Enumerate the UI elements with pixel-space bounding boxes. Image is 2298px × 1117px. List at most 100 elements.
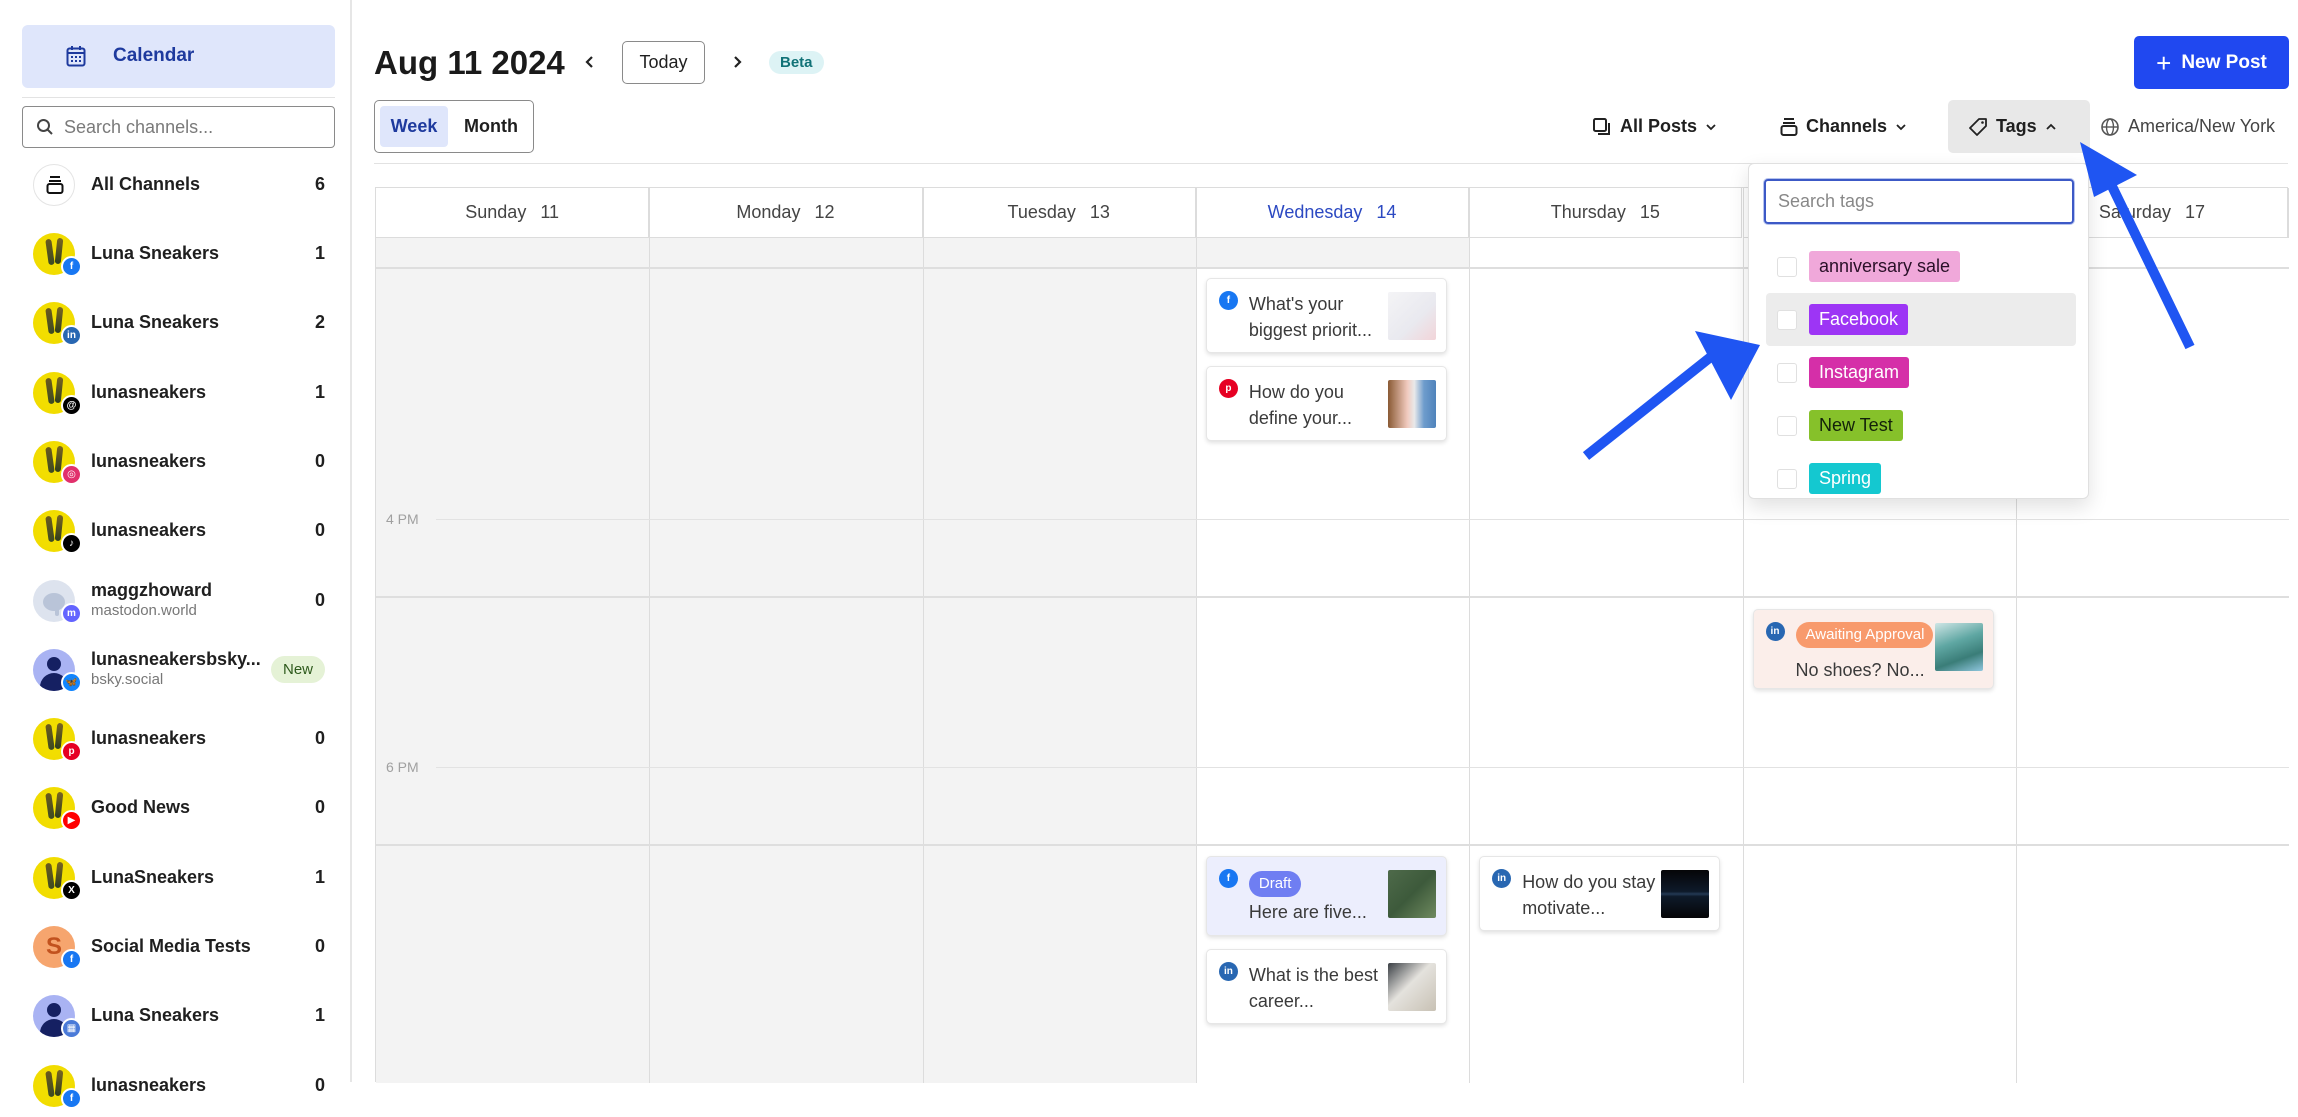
tag-option[interactable]: Facebook [1766,293,2076,346]
channel-name: lunasneakers [91,1074,207,1095]
channel-item[interactable]: ▶ Good News 0 [22,777,335,839]
chevron-down-icon [1706,123,1716,130]
search-tags-field[interactable] [1764,179,2074,224]
row-divider [376,596,2289,598]
channel-item[interactable]: f Luna Sneakers 1 [22,223,335,285]
channel-item[interactable]: ▦ Luna Sneakers 1 [22,985,335,1047]
timezone-selector[interactable]: America/New York [2100,100,2275,153]
post-text: Here are five... [1248,902,1367,922]
post-card[interactable]: f Draft Here are five... [1205,856,1447,936]
day-date: 13 [1089,202,1110,222]
tag-checkbox[interactable] [1777,469,1797,489]
tag-checkbox[interactable] [1777,416,1797,436]
channel-item[interactable]: m maggzhoward mastodon.world 0 [22,570,335,632]
search-tags-input[interactable] [1778,191,2058,212]
tag-option[interactable]: anniversary sale [1766,240,2076,293]
day-column[interactable] [922,238,1196,1083]
new-post-label: New Post [2181,51,2267,73]
day-column[interactable] [649,238,923,1083]
linkedin-icon: in [61,325,82,347]
linkedin-icon: in [1765,622,1785,641]
channel-count: 0 [314,1074,325,1095]
pinterest-icon: p [1218,379,1238,398]
channel-name: Good News [91,797,191,818]
channels-filter[interactable]: Channels [1780,100,1907,153]
all-posts-filter[interactable]: All Posts [1592,100,1717,153]
page-title: Aug 11 2024 [374,44,565,81]
channel-count: 0 [314,936,325,956]
all-posts-label: All Posts [1620,116,1698,136]
channel-item[interactable]: ◎ lunasneakers 0 [22,431,335,493]
next-week-button[interactable] [725,50,749,74]
channel-count: 1 [314,243,325,263]
divider [22,97,335,98]
channel-item[interactable]: X LunaSneakers 1 [22,847,335,909]
tag-option[interactable]: New Test [1766,399,2076,452]
day-column[interactable] [1469,238,1743,1083]
sidebar-item-label: Calendar [113,45,195,66]
channel-count: 1 [314,866,325,887]
post-card[interactable]: p How do you define your... [1205,366,1447,441]
channel-name: All Channels [91,174,201,194]
post-thumbnail [1934,623,1983,671]
day-header: Thursday 15 [1469,188,1743,238]
tags-filter[interactable]: Tags [1948,100,2090,153]
search-channels-input[interactable] [64,116,314,138]
bluesky-icon: 🦋 [61,671,82,693]
post-preview: Draft Here are five... [1248,869,1384,925]
row-divider [376,844,2289,846]
chevron-left-icon [585,56,593,68]
day-column[interactable] [376,238,650,1083]
tag-checkbox[interactable] [1777,257,1797,277]
linkedin-icon: in [1218,962,1238,981]
post-card[interactable]: f What's your biggest priorit... [1205,278,1447,353]
channel-count: 1 [314,381,325,402]
channel-item[interactable]: p lunasneakers 0 [22,708,335,770]
channel-item[interactable]: in Luna Sneakers 2 [22,292,335,354]
channel-item[interactable]: ♪ lunasneakers 0 [22,500,335,562]
tag-checkbox[interactable] [1777,363,1797,383]
channel-server: mastodon.world [91,601,197,619]
channel-item[interactable]: 🦋 lunasneakersbsky... bsky.social New [22,639,335,701]
sidebar-item-calendar[interactable]: Calendar [22,25,335,88]
channel-name: lunasneakers [91,728,207,749]
channel-all[interactable]: All Channels 6 [22,154,335,216]
hour-label: 4 PM [386,511,419,527]
tag-checkbox[interactable] [1777,310,1797,330]
post-card[interactable]: in What is the best career... [1205,949,1447,1024]
day-date: 15 [1639,202,1660,222]
search-channels-field[interactable] [22,106,335,148]
tags-dropdown: anniversary sale Facebook Instagram New Tes… [1748,163,2089,499]
channel-name: Social Media Tests [91,936,251,956]
channels-label: Channels [1806,116,1888,136]
today-button[interactable]: Today [622,41,705,84]
tag-option[interactable]: Instagram [1766,346,2076,399]
day-date: 12 [814,202,835,222]
x-icon: X [61,879,82,901]
channel-item[interactable]: f lunasneakers 0 [22,1055,335,1117]
hour-label: 6 PM [386,759,419,775]
post-card[interactable]: in Awaiting Approval No shoes? No... [1752,609,1994,689]
hour-line [436,767,2289,768]
post-status-badge: Awaiting Approval [1795,622,1933,648]
view-toggle: Week Month [374,100,534,153]
post-text: What's your biggest priorit... [1248,294,1372,340]
beta-badge: Beta [769,51,824,74]
new-badge: New [270,655,325,683]
channel-name: lunasneakers [91,520,207,541]
channel-item[interactable]: @ lunasneakers 1 [22,362,335,424]
post-text: How do you stay motivate... [1522,872,1656,918]
week-view-button[interactable]: Week [380,106,448,147]
globe-icon [2101,117,2119,136]
tiktok-icon: ♪ [61,533,82,555]
post-thumbnail [1387,963,1436,1011]
new-post-button[interactable]: + New Post [2134,36,2289,89]
channel-count: 0 [314,728,325,749]
month-view-button[interactable]: Month [453,106,529,147]
previous-week-button[interactable] [578,50,602,74]
tag-option[interactable]: Spring [1766,452,2076,498]
channel-item[interactable]: Sf Social Media Tests 0 [22,916,335,978]
post-card[interactable]: in How do you stay motivate... [1479,856,1721,931]
chevron-right-icon [734,56,742,68]
day-header: Sunday 11 [376,188,650,238]
